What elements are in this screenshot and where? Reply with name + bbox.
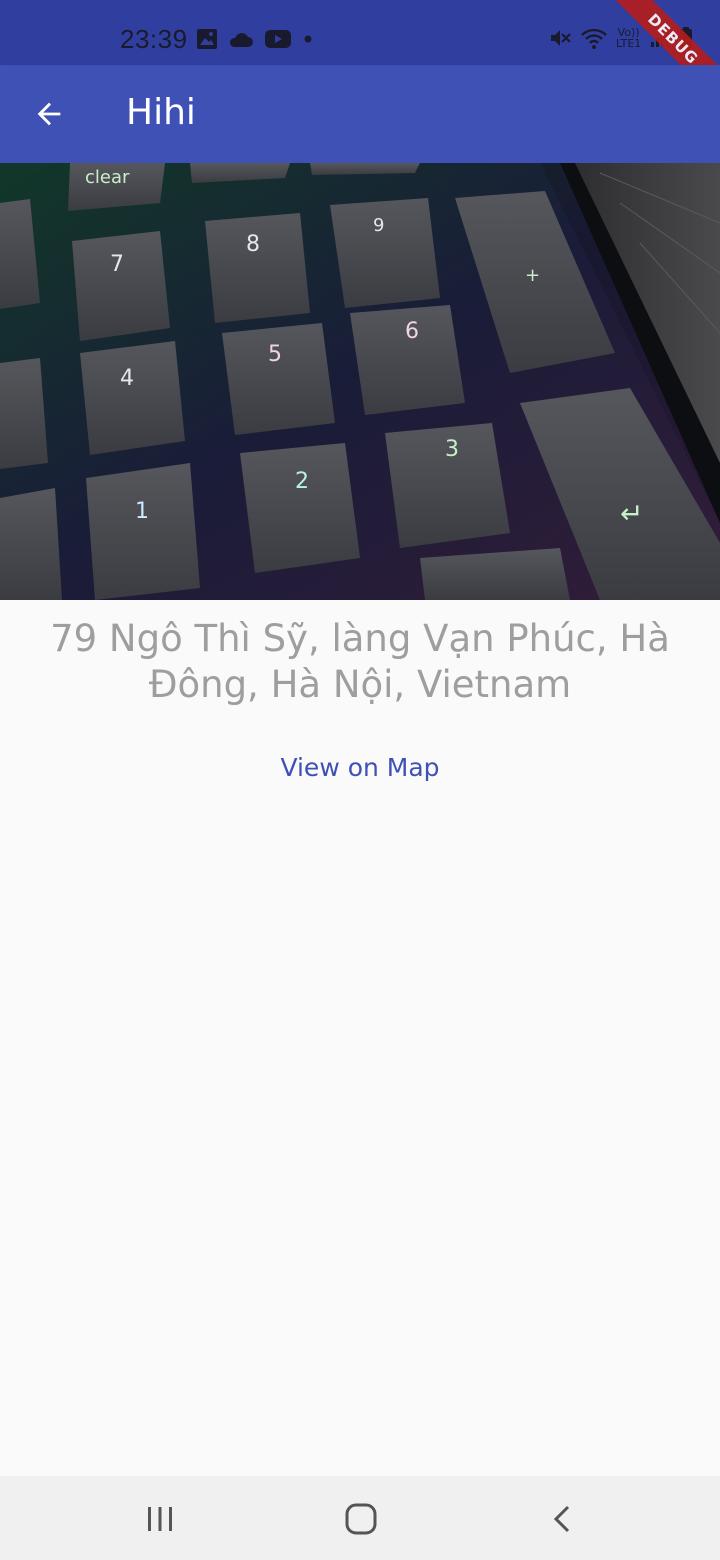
keyboard-photo: clear 7 8 9 4 5 6 + 1 2 3 ↵ — [0, 163, 720, 600]
key-legend: 9 — [373, 215, 384, 236]
status-left-icons — [196, 28, 314, 50]
key-legend: 2 — [295, 469, 309, 494]
arrow-back-icon — [37, 102, 61, 126]
home-icon — [345, 1503, 377, 1535]
status-bar: 23:39 Vo)) LTE1 DEBUG — [0, 0, 720, 116]
address-text: 79 Ngô Thì Sỹ, làng Vạn Phúc, Hà Đông, H… — [50, 617, 670, 706]
key-legend: 7 — [110, 252, 124, 277]
navigation-bar — [0, 1476, 720, 1560]
back-button[interactable] — [22, 87, 76, 141]
recent-apps-button[interactable] — [135, 1494, 185, 1544]
location-photo: clear 7 8 9 4 5 6 + 1 2 3 ↵ — [0, 163, 720, 600]
key-legend: 6 — [405, 319, 419, 344]
key-legend: 3 — [445, 437, 459, 462]
key-legend: clear — [85, 167, 130, 188]
back-nav-button[interactable] — [538, 1494, 588, 1544]
home-button[interactable] — [336, 1494, 386, 1544]
mute-icon — [551, 30, 571, 46]
app-bar: Hihi — [0, 65, 720, 163]
volte-lte-icon: Vo)) LTE1 — [616, 27, 641, 49]
view-on-map-button[interactable]: View on Map — [262, 740, 458, 794]
key-legend: 4 — [120, 366, 134, 391]
recent-apps-icon — [148, 1507, 172, 1531]
wifi-icon — [581, 28, 607, 49]
back-nav-icon — [553, 1505, 570, 1533]
key-legend: ↵ — [620, 497, 643, 530]
notification-dot-icon — [304, 35, 312, 43]
page-title: Hihi — [126, 92, 196, 133]
key-legend: 8 — [246, 232, 260, 257]
screen: 23:39 Vo)) LTE1 DEBUG Hihi clear 7 8 9 4… — [0, 0, 720, 1560]
lte-label: LTE1 — [616, 37, 642, 50]
image-icon — [197, 29, 217, 49]
key-legend: 1 — [135, 499, 149, 524]
key-legend: 5 — [268, 342, 282, 367]
youtube-icon — [265, 30, 291, 48]
status-time: 23:39 — [120, 24, 188, 54]
cloud-icon — [229, 33, 253, 47]
key-legend: + — [525, 265, 540, 286]
